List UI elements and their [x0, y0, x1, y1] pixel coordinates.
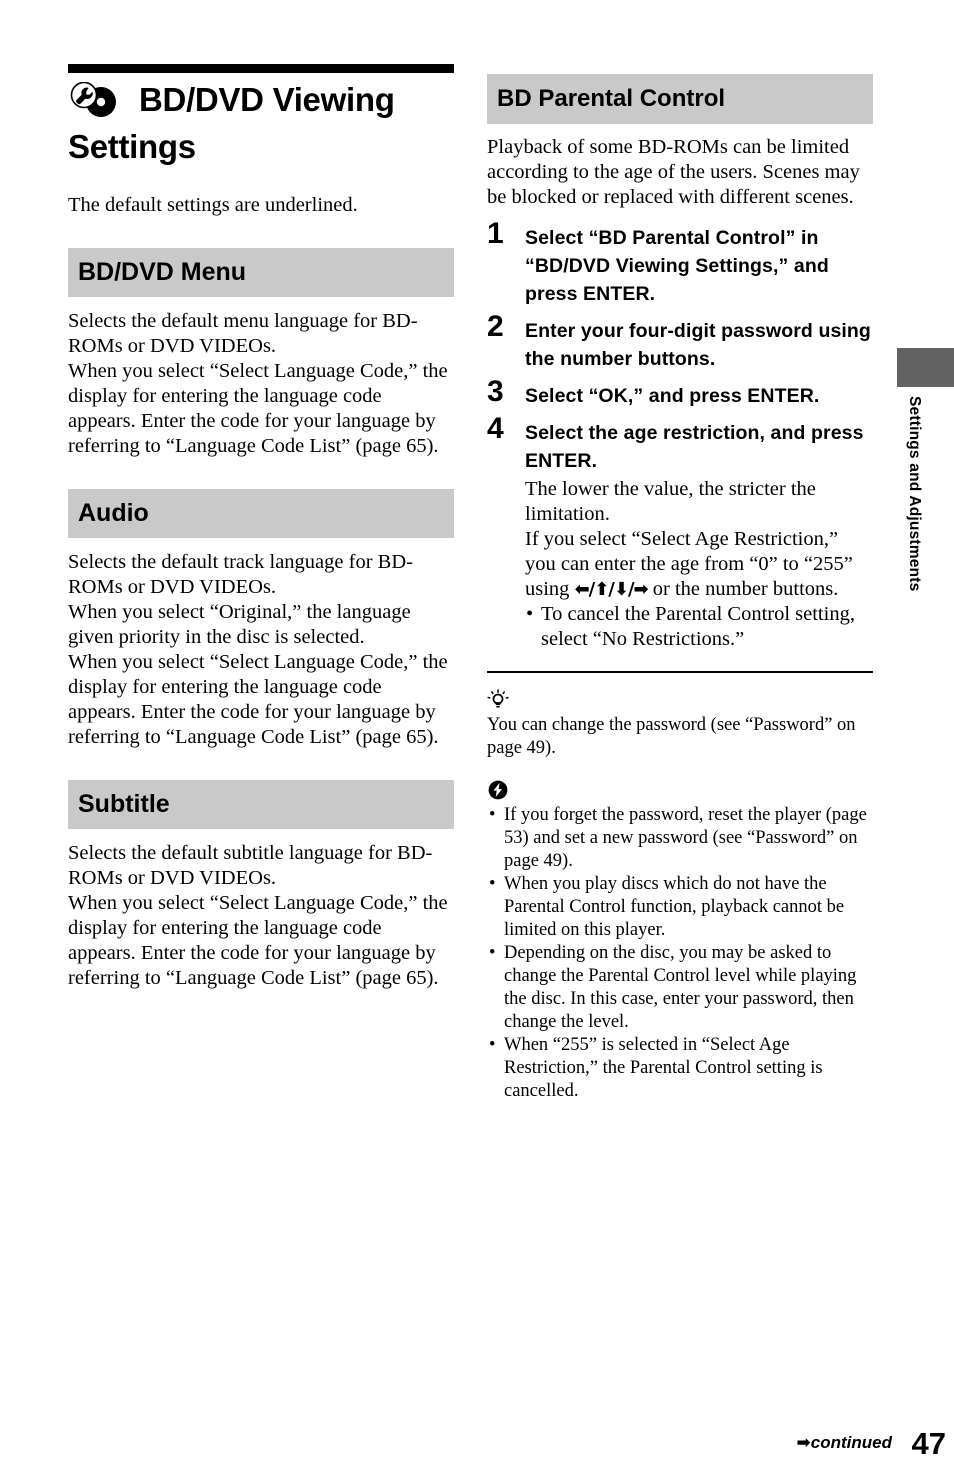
- page-number: 47: [911, 1426, 946, 1461]
- section-intro-paragraph: Playback of some BD-ROMs can be limited …: [487, 136, 860, 208]
- lightbulb-tip-icon: [487, 689, 873, 711]
- tip-callout: You can change the password (see “Passwo…: [487, 689, 873, 760]
- right-arrow-icon: ➡: [796, 1433, 811, 1453]
- step-text: Select “BD Parental Control” in “BD/DVD …: [525, 227, 829, 305]
- section-paragraph: Selects the default track language for B…: [68, 551, 413, 598]
- intro-paragraph: The default settings are underlined.: [68, 194, 358, 216]
- section-subtitle: Subtitle Selects the default subtitle la…: [68, 780, 454, 991]
- section-heading: Subtitle: [68, 780, 454, 829]
- section-audio: Audio Selects the default track language…: [68, 489, 454, 750]
- step-detail: The lower the value, the stricter the li…: [525, 477, 873, 527]
- direction-arrows-icon: ⬅/⬆/⬇/➡: [574, 579, 649, 600]
- step-number: 1: [487, 217, 504, 250]
- step-number: 4: [487, 412, 504, 445]
- continued-label: continued: [810, 1433, 892, 1452]
- step-item: 3 Select “OK,” and press ENTER.: [487, 377, 873, 410]
- note-callout: If you forget the password, reset the pl…: [487, 779, 873, 1103]
- step-detail-tail: or the number buttons.: [647, 578, 839, 600]
- page-title: BD/DVD Viewing Settings: [68, 80, 454, 167]
- section-heading: Audio: [68, 489, 454, 538]
- section-heading-bd-parental-control: BD Parental Control: [487, 74, 873, 124]
- section-paragraph: When you select “Select Language Code,” …: [68, 360, 448, 457]
- step-bullet-list: To cancel the Parental Control setting, …: [525, 602, 873, 652]
- step-detail: If you select “Select Age Restriction,” …: [525, 527, 873, 602]
- step-detail-line: The lower the value, the stricter the li…: [525, 478, 816, 525]
- step-item: 1 Select “BD Parental Control” in “BD/DV…: [487, 219, 873, 308]
- step-text: Select “OK,” and press ENTER.: [525, 385, 820, 407]
- step-number: 3: [487, 375, 504, 408]
- side-tab-marker: [897, 348, 954, 387]
- note-item: If you forget the password, reset the pl…: [487, 804, 873, 873]
- note-item: Depending on the disc, you may be asked …: [487, 942, 873, 1034]
- section-paragraph: When you select “Select Language Code,” …: [68, 651, 448, 748]
- tip-text: You can change the password (see “Passwo…: [487, 715, 856, 758]
- note-item: When “255” is selected in “Select Age Re…: [487, 1034, 873, 1103]
- wrench-disc-icon: [68, 81, 130, 127]
- section-paragraph: Selects the default subtitle language fo…: [68, 842, 433, 889]
- step-bullet-item: To cancel the Parental Control setting, …: [525, 602, 873, 652]
- section-paragraph: When you select “Original,” the language…: [68, 601, 411, 648]
- section-bd-dvd-menu: BD/DVD Menu Selects the default menu lan…: [68, 248, 454, 459]
- section-divider: [487, 671, 873, 673]
- page-footer: ➡continued 47: [0, 1421, 954, 1461]
- chapter-title-rule: [68, 64, 454, 73]
- lightning-note-icon: [487, 779, 873, 801]
- left-column: BD/DVD Viewing Settings The default sett…: [68, 64, 454, 991]
- section-paragraph: When you select “Select Language Code,” …: [68, 892, 448, 989]
- side-tab-label: Settings and Adjustments: [906, 396, 923, 592]
- step-text: Enter your four-digit password using the…: [525, 320, 871, 370]
- step-text: Select the age restriction, and press EN…: [525, 422, 864, 472]
- section-heading: BD/DVD Menu: [68, 248, 454, 297]
- step-item: 4 Select the age restriction, and press …: [487, 414, 873, 652]
- step-number: 2: [487, 310, 504, 343]
- step-item: 2 Enter your four-digit password using t…: [487, 312, 873, 373]
- section-paragraph: Selects the default menu language for BD…: [68, 310, 418, 357]
- note-item: When you play discs which do not have th…: [487, 873, 873, 942]
- manual-page: BD/DVD Viewing Settings The default sett…: [0, 0, 954, 1483]
- right-column: BD Parental Control Playback of some BD-…: [487, 74, 873, 1103]
- procedure-steps: 1 Select “BD Parental Control” in “BD/DV…: [487, 219, 873, 652]
- note-list: If you forget the password, reset the pl…: [487, 804, 873, 1103]
- continued-marker: ➡continued: [797, 1433, 892, 1453]
